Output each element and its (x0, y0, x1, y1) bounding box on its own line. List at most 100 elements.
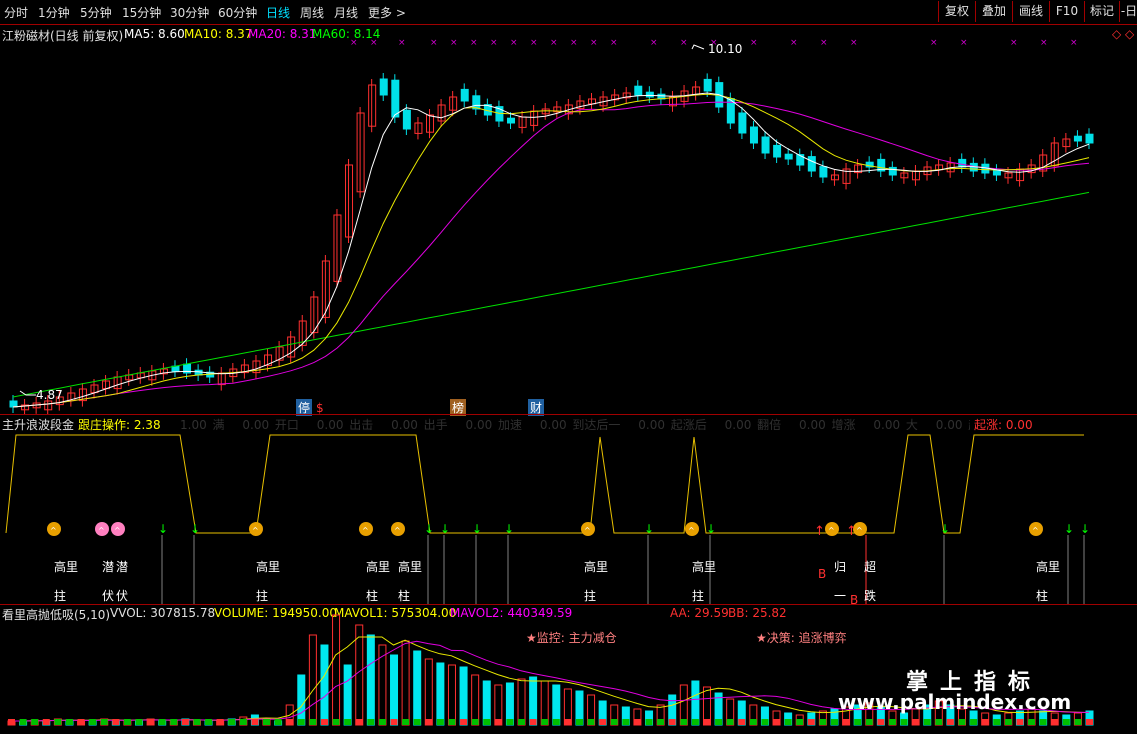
volume-signal-mark (912, 719, 920, 725)
signal-text: 归 (834, 560, 847, 574)
green-down-arrow-icon: ↓ (706, 522, 716, 536)
period-tab-monthly[interactable]: 月线 (334, 4, 358, 21)
volume-signal-mark (633, 719, 641, 725)
volume-signal-mark (332, 719, 340, 725)
volume-signal-mark (19, 719, 27, 725)
volume-signal-mark (552, 719, 560, 725)
period-tab-1min[interactable]: 1分钟 (38, 4, 70, 21)
candle-body (379, 78, 388, 96)
volume-signal-mark (112, 719, 120, 725)
volume-bar (436, 662, 445, 726)
green-down-arrow-icon: ↓ (504, 522, 514, 536)
period-more-menu[interactable]: 更多 > (368, 4, 406, 21)
period-tab-fenshi[interactable]: 分时 (4, 4, 28, 21)
signal-text: 潜 (116, 560, 129, 574)
low-price-label: 4.87 (36, 388, 63, 402)
volume-signal-mark (413, 719, 421, 725)
signal-coin-glyph: ^ (362, 526, 369, 535)
volume-signal-mark (830, 719, 838, 725)
volume-signal-mark (216, 719, 224, 725)
signal-text: 高里 (1036, 560, 1061, 574)
dividend-badge[interactable]: $ (316, 401, 324, 415)
volume-signal-mark (958, 719, 966, 725)
signal-text: 高里 (54, 560, 79, 574)
volume-signal-mark (448, 719, 456, 725)
ma10-line (12, 93, 1090, 408)
period-tab-30min[interactable]: 30分钟 (170, 4, 209, 21)
volume-signal-mark (123, 719, 131, 725)
wave-indicator-pane[interactable]: 主升浪波段金 跟庄操作: 2.38 1.00 满 0.00 开口 0.00 出击… (0, 414, 1137, 607)
period-tab-daily[interactable]: 日线 (266, 4, 290, 21)
cross-mark: × (650, 38, 658, 48)
f10-button[interactable]: F10 (1049, 1, 1084, 22)
volume-arrow-row (8, 719, 1093, 725)
volume-bar (540, 680, 549, 726)
volume-signal-mark (703, 719, 711, 725)
cross-mark: × (430, 38, 438, 48)
volume-signal-mark (89, 719, 97, 725)
volume-signal-mark (297, 719, 305, 725)
cross-mark: × (398, 38, 406, 48)
cross-mark: × (610, 38, 618, 48)
signal-coin-glyph: ^ (252, 526, 259, 535)
volume-signal-mark (1062, 719, 1070, 725)
volume-signal-mark (274, 719, 282, 725)
volume-signal-mark (726, 719, 734, 725)
period-tab-5min[interactable]: 5分钟 (80, 4, 112, 21)
signal-text: 柱 (1036, 589, 1049, 603)
volume-signal-mark (854, 719, 862, 725)
volume-signal-mark (1004, 719, 1012, 725)
candle-body (1085, 133, 1094, 144)
signal-text: 高里 (256, 560, 281, 574)
signal-coin-glyph: ^ (394, 526, 401, 535)
mark-button[interactable]: 标记 (1084, 1, 1119, 22)
cross-mark: × (850, 38, 858, 48)
green-down-arrow-icon: ↓ (190, 522, 200, 536)
period-tab-60min[interactable]: 60分钟 (218, 4, 257, 21)
volume-signal-mark (923, 719, 931, 725)
cross-mark: × (1040, 38, 1048, 48)
volume-signal-mark (807, 719, 815, 725)
volume-bar (308, 634, 317, 726)
signal-coin-glyph: ^ (688, 526, 695, 535)
ma20-line (12, 101, 1090, 408)
candle-body (958, 158, 967, 168)
volume-signal-mark (506, 719, 514, 725)
watermark-url: www.palmindex.com (838, 690, 1072, 714)
cross-mark: × (470, 38, 478, 48)
volume-bar (505, 682, 514, 726)
volume-signal-mark (761, 719, 769, 725)
period-tab-15min[interactable]: 15分钟 (122, 4, 161, 21)
volume-signal-mark (657, 719, 665, 725)
volume-signal-mark (796, 719, 804, 725)
period-day-button[interactable]: -日 (1119, 1, 1137, 22)
kline-pane[interactable]: 江粉磁材(日线 前复权) MA5: 8.60 MA10: 8.37 MA20: … (0, 24, 1137, 416)
signal-coin-glyph: ^ (114, 526, 121, 535)
signal-text: 高里 (398, 560, 423, 574)
candle-body (807, 156, 816, 172)
period-tab-weekly[interactable]: 周线 (300, 4, 324, 21)
cross-mark: × (550, 38, 558, 48)
volume-signal-mark (309, 719, 317, 725)
signal-text: 柱 (366, 589, 379, 603)
volume-signal-mark (402, 719, 410, 725)
green-down-arrow-icon: ↓ (1064, 522, 1074, 536)
signal-text: 伏 (102, 589, 115, 603)
volume-bar (355, 624, 364, 726)
signal-text: 潜 (102, 560, 115, 574)
period-toolbar: 分时 1分钟 5分钟 15分钟 30分钟 60分钟 日线 周线 月线 更多 > … (0, 0, 1137, 25)
volume-signal-mark (54, 719, 62, 725)
draw-line-button[interactable]: 画线 (1012, 1, 1049, 22)
volume-signal-mark (610, 719, 618, 725)
candle-body (992, 169, 1001, 176)
adjust-price-button[interactable]: 复权 (938, 1, 975, 22)
signal-icons: ^ ^ ^ ^ ^ ^ ^ ^ ^ ^ ^ ↓ ↓ ↓ ↓ ↓ ↓ ↓ ↓ ↓ ↓ ↓ ↑ ↑ (47, 522, 1090, 539)
signal-coin-glyph: ^ (50, 526, 57, 535)
volume-signal-mark (42, 719, 50, 725)
overlay-button[interactable]: 叠加 (975, 1, 1012, 22)
volume-bar (366, 634, 375, 726)
candle-body (645, 91, 654, 98)
volume-signal-mark (8, 719, 15, 725)
green-down-arrow-icon: ↓ (1080, 522, 1090, 536)
signal-vertical-lines (161, 535, 1085, 605)
